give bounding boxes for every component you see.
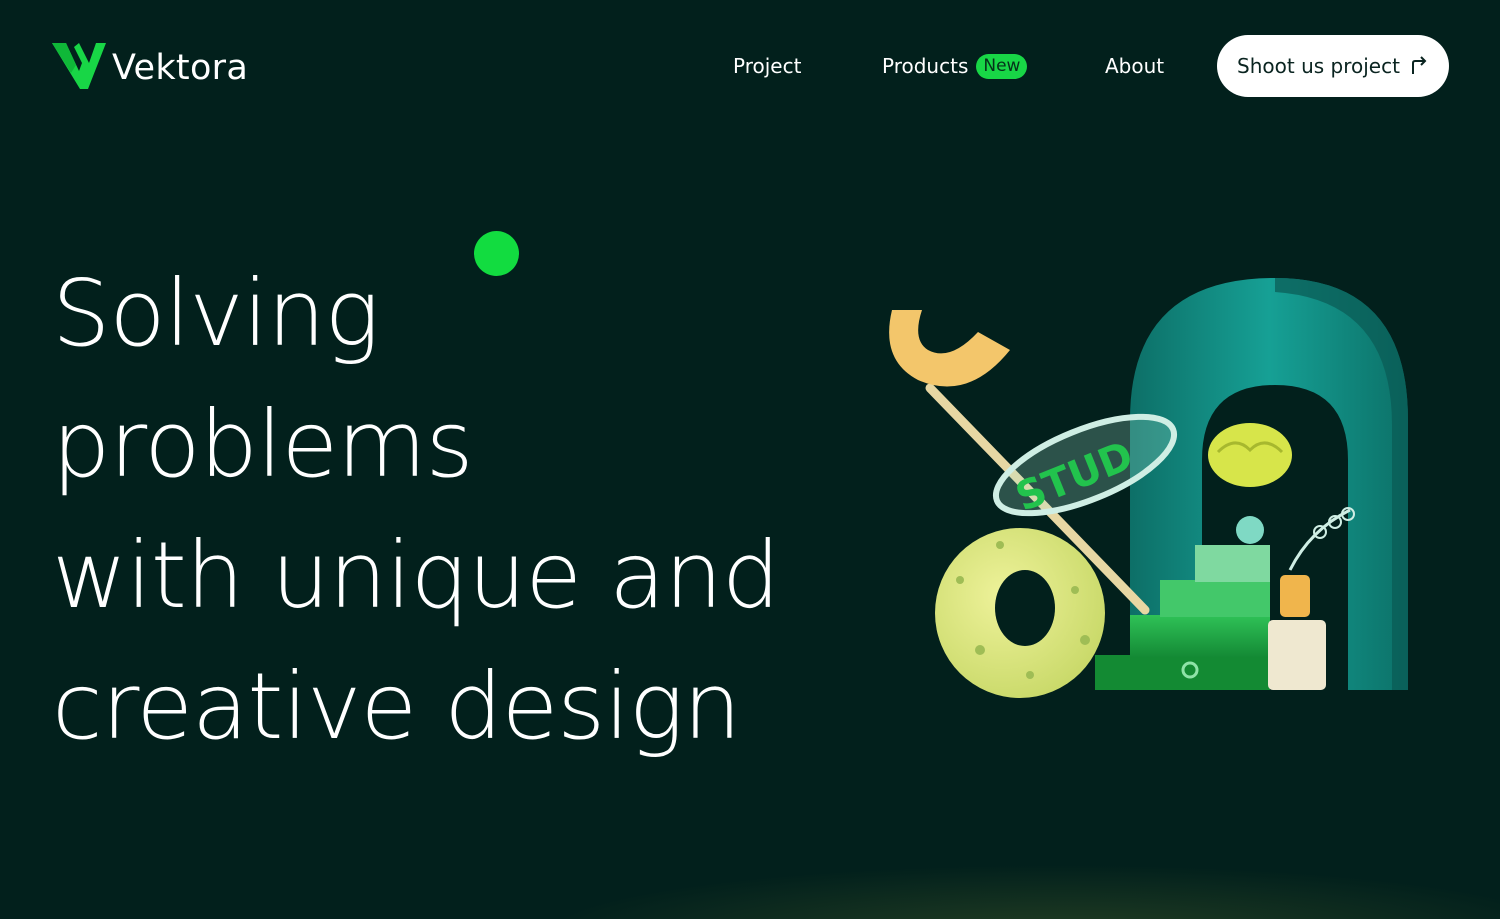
brain-sculpture [1208,423,1292,487]
nav-project-link[interactable]: Project [733,53,801,79]
nav-products-label: Products [882,54,969,78]
new-badge: New [976,53,1028,79]
landing-page: Vektora Project Products New About Shoot… [0,0,1500,919]
hero-headline: Solving problems with unique and creativ… [52,248,780,772]
v-logo-icon [52,43,106,89]
brand-name: Vektora [112,48,249,88]
hero-line: creative design [52,653,741,760]
hero-line: problems [52,391,474,498]
plant-vase [1268,507,1355,690]
hero-3d-illustration: STUD [889,278,1408,698]
yellow-half-ring [889,310,1010,387]
hero-line: with unique and [52,522,780,629]
cta-label: Shoot us project [1237,54,1400,78]
nav-products-link[interactable]: Products New [882,53,1028,79]
yellow-donut [935,528,1105,698]
shoot-us-project-button[interactable]: Shoot us project [1217,35,1449,97]
arrow-up-right-icon [1411,56,1427,74]
teal-ball [1236,516,1264,544]
nav-about-link[interactable]: About [1105,53,1164,79]
hero-line: Solving [52,260,380,367]
brand-logo[interactable]: Vektora [52,42,248,94]
